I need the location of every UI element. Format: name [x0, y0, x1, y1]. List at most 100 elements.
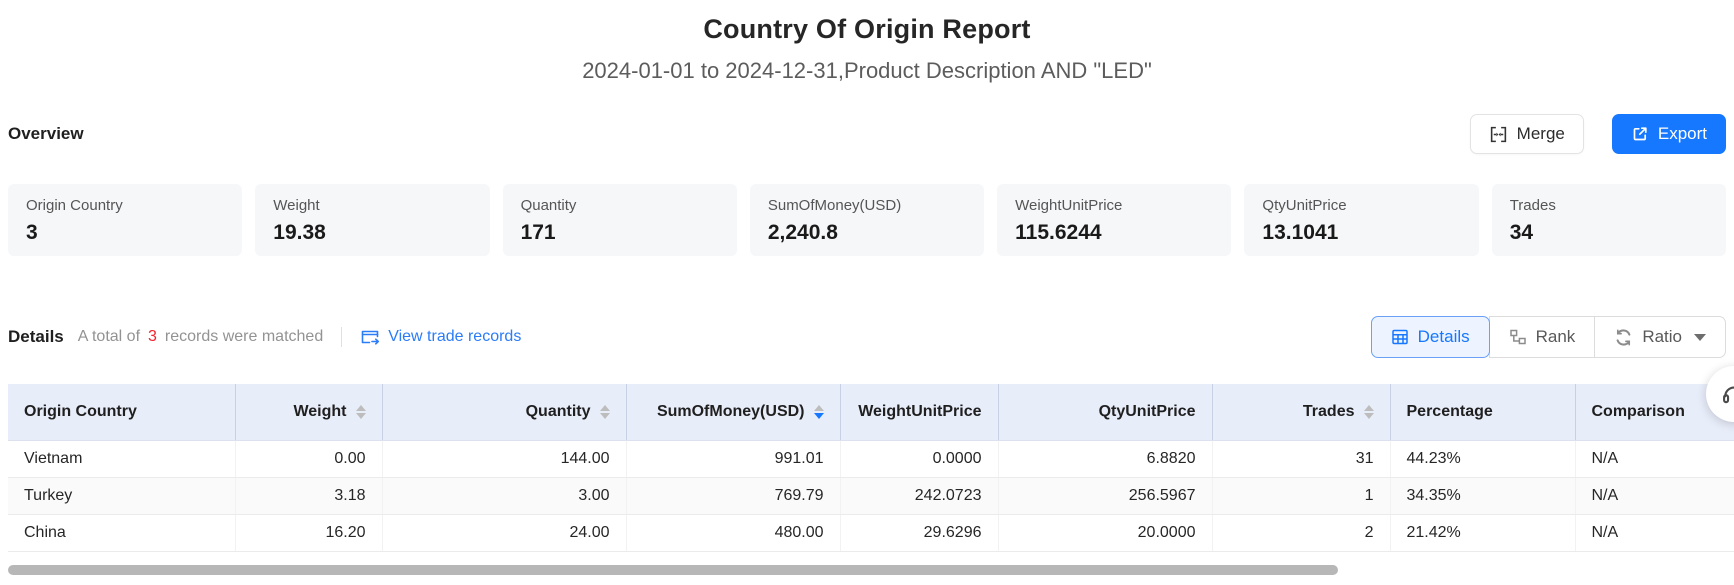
cell-origin-country: Vietnam — [8, 440, 235, 477]
report-header: Country Of Origin Report 2024-01-01 to 2… — [0, 0, 1734, 84]
card-value: 34 — [1510, 221, 1708, 245]
headset-icon — [1720, 380, 1734, 408]
view-mode-details-button[interactable]: Details — [1371, 316, 1490, 358]
horizontal-scrollbar-thumb[interactable] — [8, 565, 1338, 575]
toolbar-buttons: Merge Export — [1470, 114, 1726, 154]
column-label: Origin Country — [24, 403, 137, 421]
cell-weightunitprice: 29.6296 — [840, 514, 998, 551]
card-value: 3 — [26, 221, 224, 245]
details-bar: Details A total of 3 records were matche… — [8, 316, 1726, 358]
merge-button-label: Merge — [1517, 124, 1565, 144]
cell-weightunitprice: 242.0723 — [840, 477, 998, 514]
view-trade-records-link[interactable]: View trade records — [360, 328, 521, 346]
horizontal-scrollbar-track — [8, 565, 1726, 575]
country-of-origin-report-page: Country Of Origin Report 2024-01-01 to 2… — [0, 0, 1734, 552]
sort-carets-icon — [356, 405, 366, 419]
column-label: Weight — [293, 403, 346, 421]
table-grid-icon — [1391, 328, 1409, 346]
column-label: QtyUnitPrice — [1099, 403, 1196, 421]
export-icon — [1631, 125, 1649, 143]
overview-cards: Origin Country 3 Weight 19.38 Quantity 1… — [8, 184, 1726, 256]
cell-comparison: N/A — [1575, 440, 1734, 477]
column-header-trades[interactable]: Trades — [1212, 384, 1390, 440]
card-label: Origin Country — [26, 197, 224, 214]
cell-origin-country: China — [8, 514, 235, 551]
view-mode-ratio-label: Ratio — [1642, 327, 1682, 347]
rank-hierarchy-icon — [1509, 328, 1527, 346]
view-mode-rank-button[interactable]: Rank — [1489, 316, 1596, 358]
overview-card-trades: Trades 34 — [1492, 184, 1726, 256]
table-row-china: China16.2024.00480.0029.629620.0000221.4… — [8, 514, 1734, 551]
cell-percentage: 34.35% — [1390, 477, 1575, 514]
cell-comparison: N/A — [1575, 514, 1734, 551]
column-header-weightunitprice: WeightUnitPrice — [840, 384, 998, 440]
column-label: WeightUnitPrice — [858, 403, 981, 421]
cell-origin-country: Turkey — [8, 477, 235, 514]
merge-button[interactable]: Merge — [1470, 114, 1584, 154]
details-table-wrap: Origin Country Weight Quantity SumOfMoney(U… — [8, 384, 1734, 552]
overview-card-sumofmoney-usd: SumOfMoney(USD) 2,240.8 — [750, 184, 984, 256]
overview-section-label: Overview — [8, 124, 84, 144]
card-value: 171 — [521, 221, 719, 245]
column-label: Quantity — [526, 403, 591, 421]
page-title: Country Of Origin Report — [0, 14, 1734, 45]
column-header-sumofmoney-usd[interactable]: SumOfMoney(USD) — [626, 384, 840, 440]
card-label: SumOfMoney(USD) — [768, 197, 966, 214]
overview-card-quantity: Quantity 171 — [503, 184, 737, 256]
card-value: 115.6244 — [1015, 221, 1213, 245]
overview-card-weightunitprice: WeightUnitPrice 115.6244 — [997, 184, 1231, 256]
cell-sumofmoney-usd: 991.01 — [626, 440, 840, 477]
cell-percentage: 44.23% — [1390, 440, 1575, 477]
view-mode-ratio-button[interactable]: Ratio — [1594, 316, 1726, 358]
table-header-row: Origin Country Weight Quantity SumOfMoney(U… — [8, 384, 1734, 440]
match-suffix: records were matched — [165, 328, 323, 346]
card-label: QtyUnitPrice — [1262, 197, 1460, 214]
view-trade-records-label: View trade records — [388, 328, 521, 346]
overview-toolbar: Overview Merge — [0, 114, 1734, 154]
card-label: Quantity — [521, 197, 719, 214]
card-value: 13.1041 — [1262, 221, 1460, 245]
merge-icon — [1489, 125, 1508, 144]
column-header-weight[interactable]: Weight — [235, 384, 382, 440]
cell-weight: 0.00 — [235, 440, 382, 477]
card-label: WeightUnitPrice — [1015, 197, 1213, 214]
cell-quantity: 3.00 — [382, 477, 626, 514]
details-table: Origin Country Weight Quantity SumOfMoney(U… — [8, 384, 1734, 552]
cell-trades: 31 — [1212, 440, 1390, 477]
card-label: Weight — [273, 197, 471, 214]
column-label: SumOfMoney(USD) — [657, 403, 805, 421]
cell-qtyunitprice: 6.8820 — [998, 440, 1212, 477]
card-label: Trades — [1510, 197, 1708, 214]
vertical-divider — [341, 327, 342, 347]
export-button-label: Export — [1658, 124, 1707, 144]
sort-carets-icon — [600, 405, 610, 419]
cell-weight: 3.18 — [235, 477, 382, 514]
sort-carets-icon — [814, 405, 824, 419]
cell-comparison: N/A — [1575, 477, 1734, 514]
card-value: 2,240.8 — [768, 221, 966, 245]
view-mode-rank-label: Rank — [1536, 327, 1576, 347]
cell-weightunitprice: 0.0000 — [840, 440, 998, 477]
cell-quantity: 24.00 — [382, 514, 626, 551]
cell-trades: 2 — [1212, 514, 1390, 551]
trade-records-icon — [360, 328, 380, 346]
match-count: 3 — [148, 328, 157, 346]
cell-sumofmoney-usd: 480.00 — [626, 514, 840, 551]
overview-card-weight: Weight 19.38 — [255, 184, 489, 256]
table-row-turkey: Turkey3.183.00769.79242.0723256.5967134.… — [8, 477, 1734, 514]
match-prefix: A total of — [78, 328, 140, 346]
details-section-label: Details — [8, 327, 64, 347]
column-header-quantity[interactable]: Quantity — [382, 384, 626, 440]
column-label: Comparison — [1592, 403, 1685, 421]
cell-quantity: 144.00 — [382, 440, 626, 477]
cell-sumofmoney-usd: 769.79 — [626, 477, 840, 514]
export-button[interactable]: Export — [1612, 114, 1726, 154]
sort-carets-icon — [1364, 405, 1374, 419]
column-header-origin-country: Origin Country — [8, 384, 235, 440]
column-label: Trades — [1303, 403, 1355, 421]
cell-weight: 16.20 — [235, 514, 382, 551]
overview-card-qtyunitprice: QtyUnitPrice 13.1041 — [1244, 184, 1478, 256]
page-subtitle: 2024-01-01 to 2024-12-31,Product Descrip… — [0, 58, 1734, 84]
ratio-sync-icon — [1614, 328, 1633, 347]
cell-trades: 1 — [1212, 477, 1390, 514]
